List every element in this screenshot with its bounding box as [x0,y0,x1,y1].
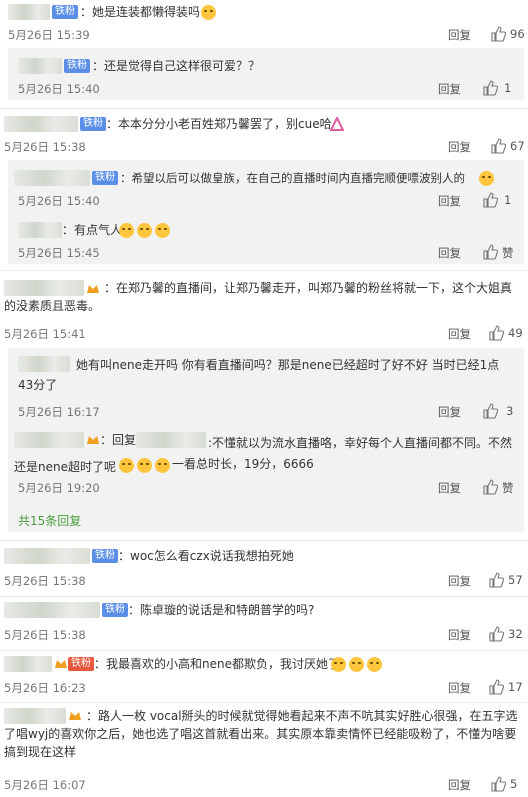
like-count: 57 [508,573,523,587]
reply-button[interactable]: 回复 [448,326,471,342]
like-icon[interactable] [482,479,498,495]
comment-time: 5月26日 15:41 [4,327,86,341]
reply-button[interactable]: 回复 [438,245,461,261]
vip-icon [55,660,67,668]
like-count: 5 [510,777,518,791]
like-icon[interactable] [488,572,504,588]
comment-text: ：有点气人 [62,223,123,237]
comment-text: ：本本分分小老百姓郑乃馨罢了，别cue哈 [106,117,332,131]
comment-text: 她有叫nene走开吗 你有看直播间吗？那是nene已经超时了好不好 当时已经1点… [18,358,500,392]
reply-button[interactable]: 回复 [448,627,471,643]
fan-badge: 铁粉 [64,59,90,73]
divider [0,540,528,541]
reply-button[interactable]: 回复 [448,27,471,43]
comment-text: ：希望以后可以做皇族，在自己的直播时间内直播完顺便嘌波别人的 [120,171,465,185]
fan-badge: 铁粉 [80,117,106,131]
like-icon[interactable] [490,776,506,792]
comment-time: 5月26日 15:45 [18,246,100,260]
divider [0,650,528,651]
comment-time: 5月26日 16:07 [4,778,86,792]
comment-text: ：我最喜欢的小高和nene都欺负，我讨厌她了 [94,657,340,671]
like-count: 32 [508,627,523,641]
like-count: 3 [506,404,514,418]
like-icon[interactable] [488,679,504,695]
emoji-icon [155,458,170,473]
like-count: 49 [508,326,523,340]
reply-button[interactable]: 回复 [448,777,471,793]
fan-badge: 铁粉 [52,5,78,19]
like-count: 1 [504,193,512,207]
divider [0,702,528,703]
comment-time: 5月26日 16:23 [4,681,86,695]
like-icon[interactable] [490,26,506,42]
comment-time: 5月26日 15:38 [4,628,86,642]
username-blurred[interactable] [8,4,50,20]
emoji-icon [119,223,134,238]
emoji-icon [137,223,152,238]
comment-time: 5月26日 15:38 [4,574,86,588]
emoji-icon [349,657,364,672]
reply-button[interactable]: 回复 [448,139,471,155]
emoji-icon [137,458,152,473]
like-count: 17 [508,680,523,694]
comment-text: ：路人一枚 vocal掰头的时候就觉得她看起来不声不吭其实好胜心很强，在五字选了… [4,709,518,759]
like-icon[interactable] [482,403,498,419]
reply-button[interactable]: 回复 [448,573,471,589]
like-icon[interactable] [482,192,498,208]
comment-time: 5月26日 15:40 [18,194,100,208]
emoji-icon [201,5,216,20]
like-count: 96 [510,27,525,41]
like-count: 67 [510,139,525,153]
more-replies-link[interactable]: 共15条回复 [18,512,81,529]
like-icon[interactable] [482,80,498,96]
comment-time: 5月26日 15:38 [4,140,86,154]
username-blurred[interactable] [18,58,62,74]
username-blurred[interactable] [14,170,90,186]
fan-badge: 铁粉 [92,171,118,185]
reply-button[interactable]: 回复 [438,404,461,420]
comment-text: ：她是连装都懒得装吗 [80,5,201,19]
emoji-icon [119,458,134,473]
comment-time: 5月26日 15:40 [18,82,100,96]
like-icon[interactable] [488,325,504,341]
emoji-icon [367,657,382,672]
divider [0,108,528,109]
comment-text: ：还是觉得自己这样很可爱？？ [92,59,261,73]
emoji-icon [479,171,494,186]
like-icon[interactable] [490,138,506,154]
triangle-icon [330,117,344,131]
fan-badge: 铁粉 [68,657,94,671]
comment-text: ：在郑乃馨的直播间，让郑乃馨走开，叫郑乃馨的粉丝将就一下，这个大姐真的没素质且恶… [4,281,513,313]
like-count: 赞 [502,246,514,260]
emoji-icon [331,657,346,672]
comment-time: 5月26日 15:39 [8,28,90,42]
divider [0,270,528,271]
username-blurred[interactable] [4,116,78,132]
fan-badge: 铁粉 [102,603,128,617]
comment-text-2: 一看总时长，19分，6666 [172,457,314,471]
username-blurred[interactable] [4,602,100,618]
comment-time: 5月26日 16:17 [18,405,100,419]
like-icon[interactable] [482,244,498,260]
username-blurred[interactable] [4,548,90,564]
emoji-icon [155,223,170,238]
reply-button[interactable]: 回复 [438,81,461,97]
divider [0,596,528,597]
comment-text: ：woc怎么看czx说话我想拍死她 [118,549,294,563]
fan-badge: 铁粉 [92,549,118,563]
like-count: 1 [504,81,512,95]
like-icon[interactable] [488,626,504,642]
reply-button[interactable]: 回复 [438,193,461,209]
comment-time: 5月26日 19:20 [18,481,100,495]
comment-text: ：陈卓璇的说话是和特朗普学的吗? [128,603,315,617]
reply-button[interactable]: 回复 [448,680,471,696]
reply-button[interactable]: 回复 [438,480,461,496]
username-blurred[interactable] [18,222,62,238]
username-blurred[interactable] [4,656,52,672]
like-count: 赞 [502,481,514,495]
